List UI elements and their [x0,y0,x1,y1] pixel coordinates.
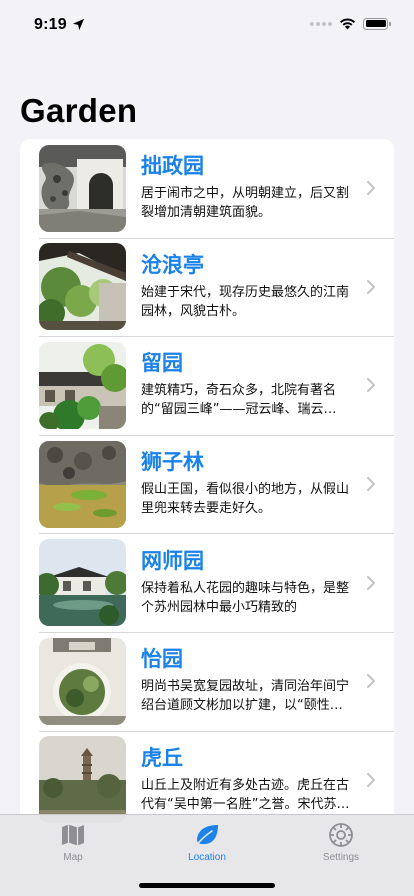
garden-description: 保持着私人花园的趣味与特色，是整个苏州园林中最小巧精致的 [141,580,350,615]
garden-thumbnail [39,440,126,528]
list-item-text: 狮子林 假山王国，看似很小的地方，从假山里兜来转去要走好久。 [141,450,353,518]
page-title: Garden [20,92,138,129]
list-item[interactable]: 留园 建筑精巧，奇石众多，北院有著名的“留园三峰”——冠云峰、瑞云峰、… [20,336,394,435]
tab-settings[interactable]: Settings [276,815,406,896]
list-item[interactable]: 沧浪亭 始建于宋代，现存历史最悠久的江南园林，风貌古朴。 [20,237,394,337]
cellular-dots-icon [310,21,332,26]
list-item-text: 虎丘 山丘上及附近有多处古迹。虎丘在古代有“吴中第一名胜”之誉。宋代苏… [141,746,353,814]
gear-icon [329,823,353,847]
tab-map-label: Map [63,852,83,863]
garden-name: 拙政园 [141,154,204,179]
garden-thumbnail [39,736,126,824]
garden-description: 建筑精巧，奇石众多，北院有著名的“留园三峰”——冠云峰、瑞云峰、… [141,383,337,418]
tab-location-label: Location [188,852,226,863]
chevron-right-icon [367,674,375,689]
status-indicators [310,17,391,30]
garden-name: 网师园 [141,548,204,573]
list-item[interactable]: 怡园 明尚书吴宽复园故址，清同治年间宁绍台道顾文彬加以扩建，以“颐性… [20,631,394,731]
map-icon [62,824,84,846]
garden-thumbnail [39,144,126,232]
status-bar: 9:19 [0,0,414,47]
garden-thumbnail [39,539,126,627]
chevron-right-icon [367,575,375,590]
garden-thumbnail [39,243,126,331]
battery-fill [365,20,386,27]
list-item[interactable]: 狮子林 假山王国，看似很小的地方，从假山里兜来转去要走好久。 [20,434,394,534]
garden-description: 山丘上及附近有多处古迹。虎丘在古代有“吴中第一名胜”之誉。宋代苏… [141,777,350,812]
chevron-right-icon [367,279,375,294]
garden-name: 留园 [141,351,183,376]
garden-name: 虎丘 [141,745,183,770]
list-item[interactable]: 网师园 保持着私人花园的趣味与特色，是整个苏州园林中最小巧精致的 [20,533,394,632]
location-arrow-icon [72,18,84,31]
leaf-icon [195,825,218,847]
home-indicator[interactable] [139,883,275,888]
garden-name: 沧浪亭 [141,252,204,277]
status-time: 9:19 [34,15,67,33]
garden-name: 狮子林 [141,450,204,475]
chevron-right-icon [367,772,375,787]
chevron-right-icon [367,181,375,196]
wifi-icon [340,18,355,30]
tab-map[interactable]: Map [8,815,138,896]
garden-thumbnail [39,341,126,429]
garden-list[interactable]: 拙政园 居于闹市之中，从明朝建立，后又割裂增加清朝建筑面貌。 沧浪亭 始建于宋代… [20,139,394,829]
list-item[interactable]: 拙政园 居于闹市之中，从明朝建立，后又割裂增加清朝建筑面貌。 [20,139,394,238]
list-item-text: 怡园 明尚书吴宽复园故址，清同治年间宁绍台道顾文彬加以扩建，以“颐性… [141,647,353,715]
list-item-text: 留园 建筑精巧，奇石众多，北院有著名的“留园三峰”——冠云峰、瑞云峰、… [141,351,353,419]
status-time-group: 9:19 [34,14,85,34]
garden-description: 居于闹市之中，从明朝建立，后又割裂增加清朝建筑面貌。 [141,186,350,221]
tab-settings-label: Settings [322,852,360,863]
garden-description: 假山王国，看似很小的地方，从假山里兜来转去要走好久。 [141,482,350,517]
list-item-text: 拙政园 居于闹市之中，从明朝建立，后又割裂增加清朝建筑面貌。 [141,154,353,222]
garden-description: 明尚书吴宽复园故址，清同治年间宁绍台道顾文彬加以扩建，以“颐性… [141,679,350,714]
chevron-right-icon [367,477,375,492]
chevron-right-icon [367,378,375,393]
battery-icon [363,17,391,30]
garden-name: 怡园 [141,647,183,672]
garden-thumbnail [39,637,126,725]
list-item-text: 网师园 保持着私人花园的趣味与特色，是整个苏州园林中最小巧精致的 [141,549,353,617]
garden-description: 始建于宋代，现存历史最悠久的江南园林，风貌古朴。 [141,284,350,319]
list-item-text: 沧浪亭 始建于宋代，现存历史最悠久的江南园林，风貌古朴。 [141,253,353,321]
